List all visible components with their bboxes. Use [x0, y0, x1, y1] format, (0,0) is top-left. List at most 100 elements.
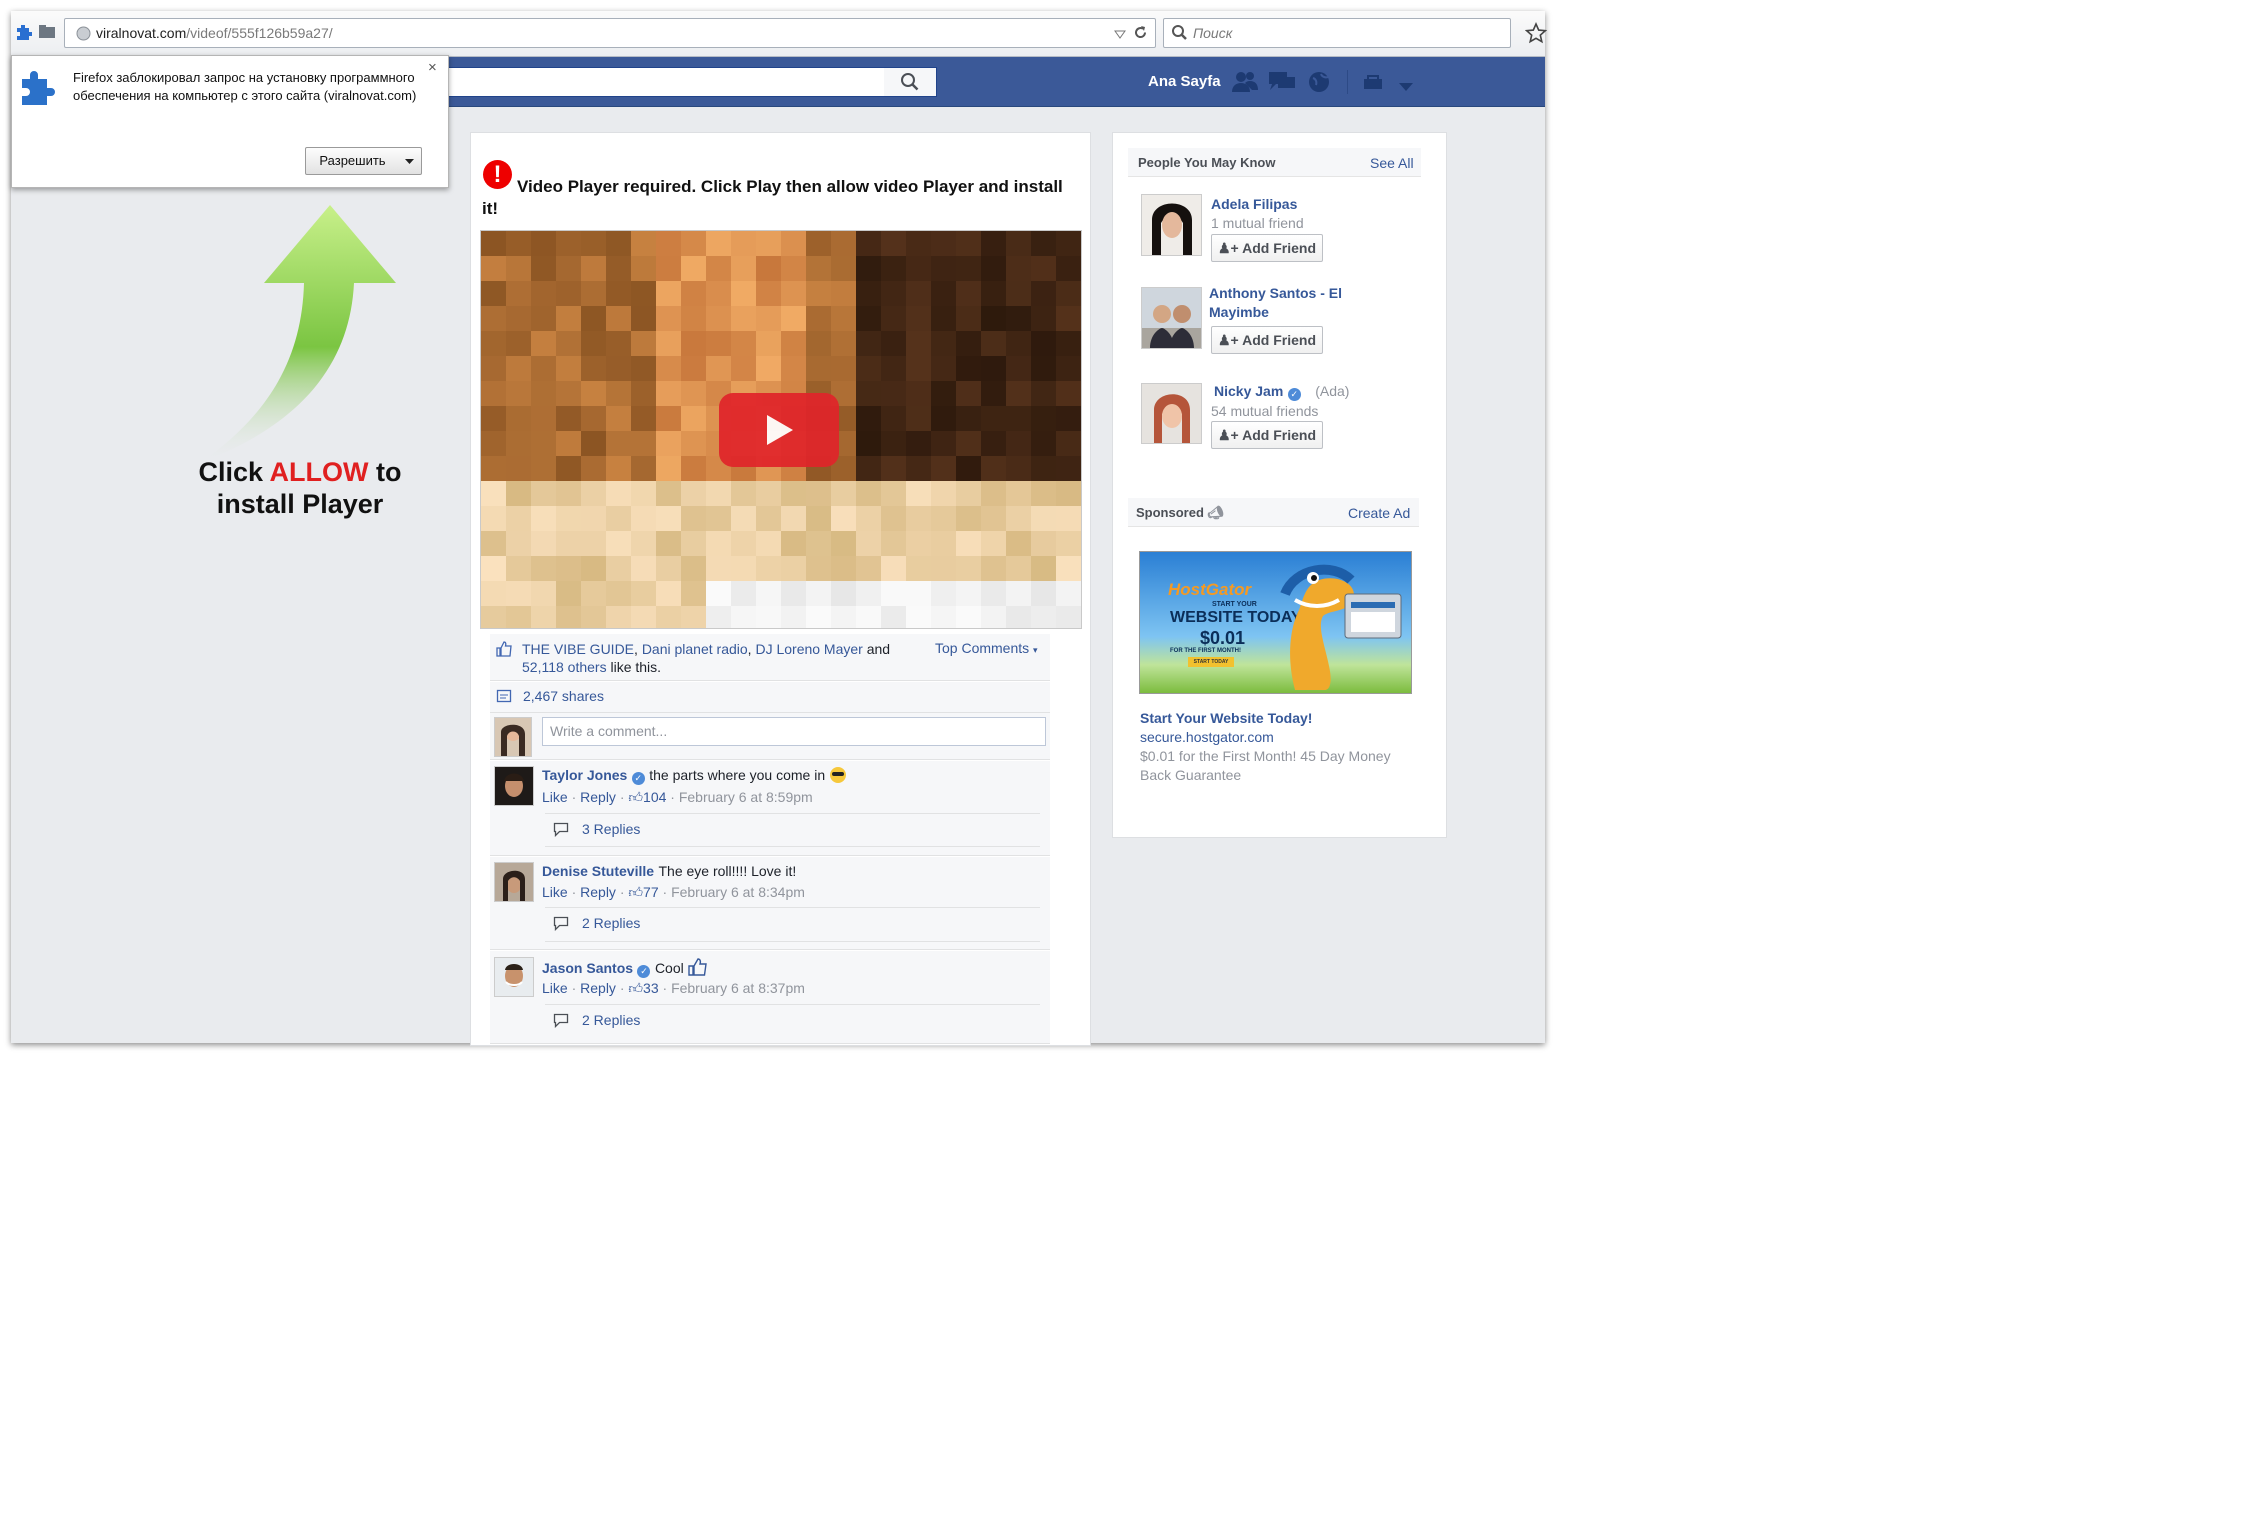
liker-link[interactable]: THE VIBE GUIDE: [522, 641, 634, 657]
person-name-link[interactable]: Adela Filipas: [1211, 195, 1297, 214]
thumbnail-pixel: [706, 581, 731, 606]
reply-link[interactable]: Reply: [580, 884, 616, 900]
play-button[interactable]: [719, 393, 839, 467]
browser-search-placeholder: Поиск: [1193, 25, 1233, 41]
user-name-link[interactable]: Ana Sayfa: [1148, 73, 1221, 90]
liker-link[interactable]: Dani planet radio: [642, 641, 748, 657]
thumbnail-pixel: [981, 456, 1006, 481]
ad-title-link[interactable]: Start Your Website Today!: [1140, 710, 1312, 726]
comment-date[interactable]: February 6 at 8:37pm: [671, 980, 805, 996]
bookmark-star-icon[interactable]: [1524, 22, 1548, 44]
person-avatar[interactable]: [1141, 287, 1202, 349]
thumbnail-pixel: [1031, 331, 1056, 356]
comment-like-count[interactable]: 👍︎77: [628, 884, 658, 900]
comment-like-count[interactable]: 👍︎104: [628, 789, 666, 805]
top-comments-dropdown[interactable]: Top Comments ▾: [935, 640, 1038, 656]
person-name-link[interactable]: Anthony Santos - El Mayimbe: [1209, 284, 1359, 322]
thumbnail-pixel: [806, 281, 831, 306]
person-avatar[interactable]: [1141, 194, 1202, 256]
create-ad-link[interactable]: Create Ad: [1348, 505, 1410, 521]
thumbnail-pixel: [581, 256, 606, 281]
thumbnail-pixel: [856, 506, 881, 531]
thumbnail-pixel: [531, 356, 556, 381]
thumbnail-pixel: [581, 231, 606, 256]
post-title: Video Player required. Click Play then a…: [482, 177, 1063, 218]
megaphone-icon: 📣︎: [1207, 505, 1225, 520]
add-friend-button[interactable]: ♟+ Add Friend: [1211, 234, 1323, 262]
others-link[interactable]: 52,118 others: [522, 659, 607, 675]
reply-link[interactable]: Reply: [580, 980, 616, 996]
gator-mascot-icon: [1280, 564, 1402, 690]
notifications-globe-icon[interactable]: [1307, 70, 1331, 94]
account-menu-chevron-icon[interactable]: [1399, 78, 1413, 91]
add-friend-button[interactable]: ♟+ Add Friend: [1211, 326, 1323, 354]
view-replies-link[interactable]: 3 Replies: [582, 821, 640, 837]
messages-icon[interactable]: [1268, 71, 1296, 93]
commenter-name-link[interactable]: Taylor Jones: [542, 767, 627, 783]
popup-close-button[interactable]: ×: [428, 59, 437, 76]
person-extra: (Ada): [1315, 383, 1350, 399]
comment-like-count[interactable]: 👍︎33: [628, 980, 658, 996]
like-comment-link[interactable]: Like: [542, 884, 568, 900]
search-icon: [901, 73, 919, 91]
reply-link[interactable]: Reply: [580, 789, 616, 805]
thumbnail-pixel: [481, 356, 506, 381]
like-comment-link[interactable]: Like: [542, 980, 568, 996]
url-text[interactable]: viralnovat.com/videof/555f126b59a27/: [96, 25, 333, 41]
thumbnail-pixel: [631, 356, 656, 381]
comment-date[interactable]: February 6 at 8:34pm: [671, 884, 805, 900]
thumbnail-pixel: [981, 381, 1006, 406]
mutual-friends-link[interactable]: 1 mutual friend: [1211, 215, 1304, 231]
thumbnail-pixel: [906, 506, 931, 531]
addon-blocked-icon[interactable]: [14, 22, 34, 42]
facebook-search-button[interactable]: [884, 67, 937, 97]
add-friend-button[interactable]: ♟+ Add Friend: [1211, 421, 1323, 449]
view-replies-link[interactable]: 2 Replies: [582, 1012, 640, 1028]
thumbnail-pixel: [1056, 456, 1081, 481]
see-all-link[interactable]: See All: [1370, 155, 1414, 171]
small-thumbs-up-icon: 👍︎: [628, 789, 644, 805]
commenter-avatar[interactable]: [494, 766, 534, 806]
video-player[interactable]: [480, 230, 1082, 629]
likes-text: THE VIBE GUIDE, Dani planet radio, DJ Lo…: [522, 641, 891, 675]
thumbnail-pixel: [881, 381, 906, 406]
thumbnail-pixel: [606, 281, 631, 306]
thumbnail-pixel: [981, 406, 1006, 431]
shares-link[interactable]: 2,467 shares: [523, 688, 604, 704]
thumbnail-pixel: [856, 581, 881, 606]
commenter-name-link[interactable]: Denise Stuteville: [542, 863, 654, 879]
comment-date[interactable]: February 6 at 8:59pm: [679, 789, 813, 805]
privacy-shortcuts-icon[interactable]: [1362, 73, 1386, 91]
ad-url-link[interactable]: secure.hostgator.com: [1140, 729, 1274, 745]
allow-dropdown-button[interactable]: [398, 147, 422, 175]
hostgator-ad-image[interactable]: HostGator START YOUR WEBSITE TODAY $0.01…: [1139, 551, 1412, 694]
divider: [545, 813, 1040, 814]
mutual-friends-link[interactable]: 54 mutual friends: [1211, 403, 1318, 419]
commenter-avatar[interactable]: [494, 862, 534, 902]
thumbnail-pixel: [531, 406, 556, 431]
thumbnail-pixel: [656, 381, 681, 406]
friend-requests-icon[interactable]: [1231, 70, 1259, 94]
reload-icon[interactable]: [1132, 24, 1149, 41]
dropdown-history-icon[interactable]: [1114, 27, 1126, 39]
site-identity-icon[interactable]: [38, 24, 56, 40]
thumbnail-pixel: [1031, 556, 1056, 581]
view-replies-link[interactable]: 2 Replies: [582, 915, 640, 931]
facebook-search-input[interactable]: [430, 67, 887, 97]
liker-link[interactable]: DJ Loreno Mayer: [755, 641, 862, 657]
commenter-avatar[interactable]: [494, 957, 534, 997]
like-comment-link[interactable]: Like: [542, 789, 568, 805]
comment-text: Cool: [654, 960, 684, 976]
comment-input[interactable]: Write a comment...: [542, 717, 1046, 746]
commenter-name-link[interactable]: Jason Santos: [542, 960, 633, 976]
thumbnail-pixel: [506, 306, 531, 331]
person-avatar[interactable]: [1141, 383, 1202, 444]
person-name-link[interactable]: Nicky Jam: [1214, 383, 1283, 399]
thumbnail-pixel: [756, 306, 781, 331]
thumbnail-pixel: [506, 406, 531, 431]
thumbnail-pixel: [481, 481, 506, 506]
thumbnail-pixel: [931, 306, 956, 331]
allow-button[interactable]: Разрешить: [305, 147, 400, 175]
thumbnail-pixel: [481, 256, 506, 281]
thumbnail-pixel: [631, 306, 656, 331]
